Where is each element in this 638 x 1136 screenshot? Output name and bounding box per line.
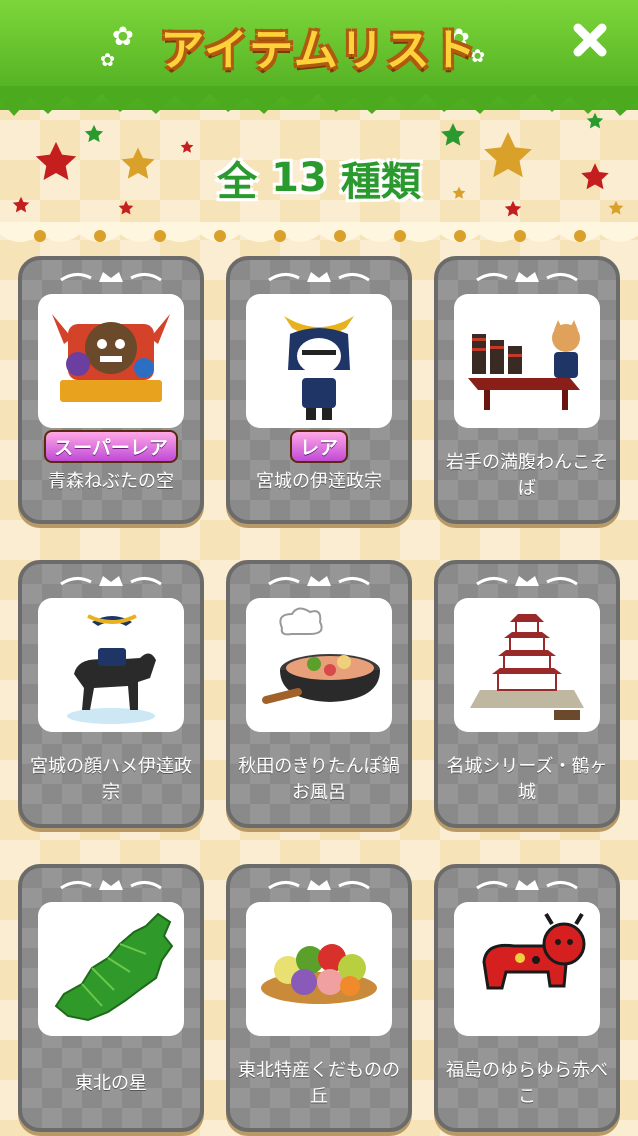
kiritanpo-nabe-image bbox=[246, 598, 392, 732]
item-card[interactable]: 名城シリーズ・鶴ヶ城 bbox=[434, 560, 620, 828]
close-button[interactable] bbox=[566, 16, 614, 64]
crown-ornament-icon bbox=[268, 576, 370, 586]
crown-ornament-icon bbox=[476, 576, 578, 586]
item-name: 名城シリーズ・鶴ヶ城 bbox=[446, 756, 608, 803]
item-card[interactable]: 福島のゆらゆら赤べこ bbox=[434, 864, 620, 1132]
count-prefix: 全 bbox=[217, 159, 258, 205]
item-name: 宮城の伊達政宗 bbox=[256, 471, 382, 492]
count-suffix: 種類 bbox=[340, 159, 421, 205]
item-name: 宮城の顔ハメ伊達政宗 bbox=[30, 756, 192, 803]
rarity-badge: スーパーレア bbox=[22, 430, 200, 463]
tsurugajo-castle-image bbox=[454, 598, 600, 732]
crown-ornament-icon bbox=[476, 272, 578, 282]
title-container: アイテムリスト bbox=[0, 14, 638, 78]
item-name: 青森ねぶたの空 bbox=[48, 471, 174, 492]
item-name: 岩手の満腹わんこそば bbox=[446, 452, 608, 499]
fruit-basket-image bbox=[246, 902, 392, 1036]
item-count: 全 13 種類 bbox=[0, 148, 638, 208]
close-icon bbox=[573, 23, 607, 57]
tohoku-map-image bbox=[38, 902, 184, 1036]
crown-ornament-icon bbox=[268, 880, 370, 890]
rarity-badge: レア bbox=[230, 430, 408, 463]
akabeko-image bbox=[454, 902, 600, 1036]
nebuta-float-image bbox=[38, 294, 184, 428]
scalloped-border bbox=[0, 222, 638, 242]
wanko-soba-image bbox=[454, 294, 600, 428]
item-card[interactable]: スーパーレア 青森ねぶたの空 bbox=[18, 256, 204, 524]
crown-ornament-icon bbox=[476, 880, 578, 890]
item-card[interactable]: 東北特産くだものの丘 bbox=[226, 864, 412, 1132]
horse-rider-image bbox=[38, 598, 184, 732]
crown-ornament-icon bbox=[60, 272, 162, 282]
item-name: 秋田のきりたんぽ鍋お風呂 bbox=[238, 756, 400, 803]
crown-ornament-icon bbox=[268, 272, 370, 282]
grass-border bbox=[0, 86, 638, 116]
item-name: 東北の星 bbox=[75, 1073, 147, 1094]
item-card[interactable]: 宮城の顔ハメ伊達政宗 bbox=[18, 560, 204, 828]
item-name: 東北特産くだものの丘 bbox=[238, 1060, 400, 1107]
item-name: 福島のゆらゆら赤べこ bbox=[446, 1060, 608, 1107]
item-card[interactable]: 秋田のきりたんぽ鍋お風呂 bbox=[226, 560, 412, 828]
item-card[interactable]: 東北の星 bbox=[18, 864, 204, 1132]
star-icon bbox=[84, 124, 104, 143]
date-masamune-image bbox=[246, 294, 392, 428]
page-title: アイテムリスト bbox=[160, 25, 478, 76]
item-card[interactable]: 岩手の満腹わんこそば bbox=[434, 256, 620, 524]
star-icon bbox=[586, 112, 604, 129]
star-icon bbox=[441, 123, 465, 146]
crown-ornament-icon bbox=[60, 576, 162, 586]
item-card[interactable]: レア 宮城の伊達政宗 bbox=[226, 256, 412, 524]
crown-ornament-icon bbox=[60, 880, 162, 890]
count-number: 13 bbox=[271, 155, 327, 201]
